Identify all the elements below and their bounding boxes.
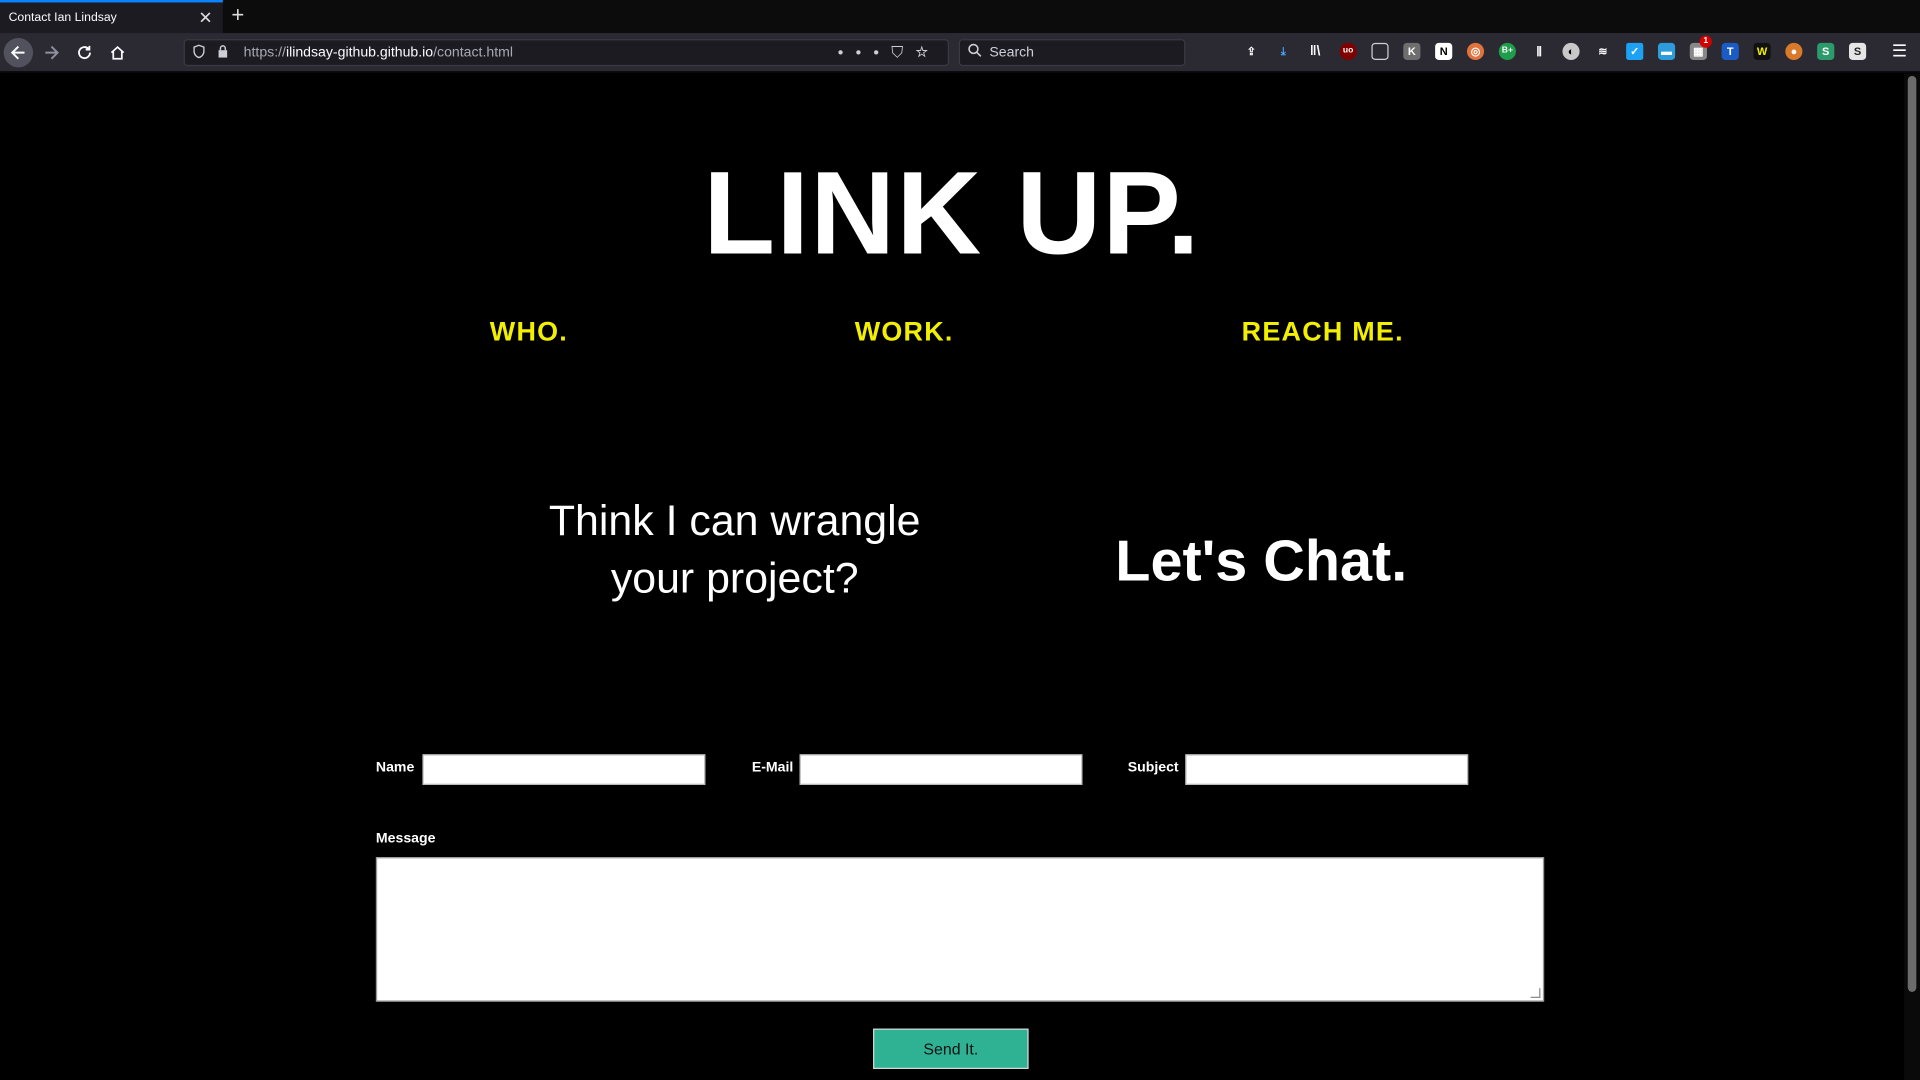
tracking-shield-icon[interactable] bbox=[192, 44, 205, 62]
url-bar[interactable]: https://ilindsay-github.github.io/contac… bbox=[183, 39, 949, 67]
home-icon bbox=[110, 45, 125, 60]
bookmark-star-icon[interactable]: ☆ bbox=[915, 43, 940, 61]
more-actions-icon[interactable]: ••• bbox=[838, 43, 891, 61]
resize-handle-icon[interactable] bbox=[1530, 988, 1541, 998]
extension-globe-icon[interactable]: ◎ bbox=[1466, 42, 1485, 61]
message-label: Message bbox=[375, 831, 436, 847]
send-button[interactable]: Send It. bbox=[873, 1028, 1029, 1069]
extension-t-icon[interactable]: T bbox=[1721, 42, 1739, 61]
nav-link-work[interactable]: WORK. bbox=[855, 316, 954, 348]
scrollbar-thumb[interactable] bbox=[1907, 75, 1917, 992]
back-button[interactable] bbox=[3, 37, 34, 68]
back-arrow-icon bbox=[10, 45, 25, 60]
pitch-line-2: your project? bbox=[610, 554, 859, 603]
pitch-text: Think I can wrangle your project? bbox=[490, 492, 980, 607]
close-tab-icon[interactable]: ✕ bbox=[198, 9, 212, 26]
library-icon[interactable]: ‖\ bbox=[1307, 43, 1324, 60]
reload-icon bbox=[78, 45, 91, 59]
message-textarea[interactable] bbox=[375, 857, 1545, 1002]
ublock-icon[interactable]: uo bbox=[1339, 42, 1357, 61]
tab-contact[interactable]: Contact Ian Lindsay ✕ bbox=[0, 0, 223, 34]
email-field[interactable] bbox=[799, 754, 1083, 785]
extension-bars-icon[interactable]: ⫼ bbox=[1531, 43, 1548, 60]
menu-icon[interactable]: ☰ bbox=[1892, 40, 1907, 61]
tab-title: Contact Ian Lindsay bbox=[8, 11, 117, 25]
search-placeholder: Search bbox=[989, 45, 1035, 61]
extension-s2-icon[interactable]: S bbox=[1848, 42, 1867, 61]
extension-save-icon[interactable]: ▬ bbox=[1657, 42, 1676, 61]
nav-link-who[interactable]: WHO. bbox=[490, 316, 568, 348]
extension-w2-icon[interactable]: W bbox=[1753, 42, 1771, 61]
page-actions: •••⛉☆ bbox=[838, 43, 941, 63]
notification-badge: 1 bbox=[1699, 35, 1712, 48]
lock-icon[interactable] bbox=[217, 44, 229, 62]
page-title: LINK UP. bbox=[703, 148, 1201, 280]
name-field[interactable] bbox=[422, 754, 706, 785]
extension-fox-icon[interactable]: ● bbox=[1785, 42, 1803, 61]
extension-w-icon[interactable]: N bbox=[1435, 42, 1453, 61]
downloads-library-icon[interactable]: ⇪ bbox=[1243, 43, 1260, 60]
search-bar[interactable]: Search bbox=[958, 39, 1186, 67]
extension-face-icon[interactable]: ◐ bbox=[1562, 42, 1580, 61]
extension-hat-icon[interactable]: ≋ bbox=[1594, 43, 1611, 60]
download-icon[interactable]: ⤓ bbox=[1275, 43, 1292, 60]
home-button[interactable] bbox=[103, 38, 132, 67]
cta-heading: Let's Chat. bbox=[1115, 527, 1408, 593]
extension-s-icon[interactable]: S bbox=[1817, 42, 1835, 61]
extension-k-icon[interactable]: K bbox=[1403, 42, 1421, 61]
forward-button[interactable] bbox=[37, 38, 66, 67]
nav-link-reach-me[interactable]: REACH ME. bbox=[1242, 316, 1404, 348]
subject-label: Subject bbox=[1127, 760, 1179, 776]
browser-window: Contact Ian Lindsay ✕ + https://ilindsay… bbox=[0, 0, 1920, 1080]
new-tab-button[interactable]: + bbox=[231, 4, 244, 26]
email-label: E-Mail bbox=[751, 760, 794, 776]
url-scheme: https:// bbox=[243, 45, 286, 61]
name-label: Name bbox=[375, 760, 415, 776]
subject-field[interactable] bbox=[1185, 754, 1469, 785]
navigation-bar: https://ilindsay-github.github.io/contac… bbox=[0, 33, 1920, 73]
pocket-icon[interactable]: ⛉ bbox=[891, 43, 915, 61]
forward-arrow-icon bbox=[45, 45, 59, 60]
extension-b-icon[interactable]: B+ bbox=[1498, 42, 1516, 61]
sidebar-icon[interactable] bbox=[1371, 42, 1389, 61]
url-path: /contact.html bbox=[433, 45, 513, 61]
url-text[interactable]: https://ilindsay-github.github.io/contac… bbox=[244, 45, 513, 60]
tab-bar: Contact Ian Lindsay ✕ + bbox=[0, 0, 1920, 34]
twitter-icon[interactable]: ✓ bbox=[1626, 42, 1644, 61]
reload-button[interactable] bbox=[70, 38, 99, 67]
url-host: ilindsay-github.github.io bbox=[285, 45, 434, 61]
search-icon bbox=[967, 43, 982, 61]
pitch-line-1: Think I can wrangle bbox=[548, 497, 921, 545]
